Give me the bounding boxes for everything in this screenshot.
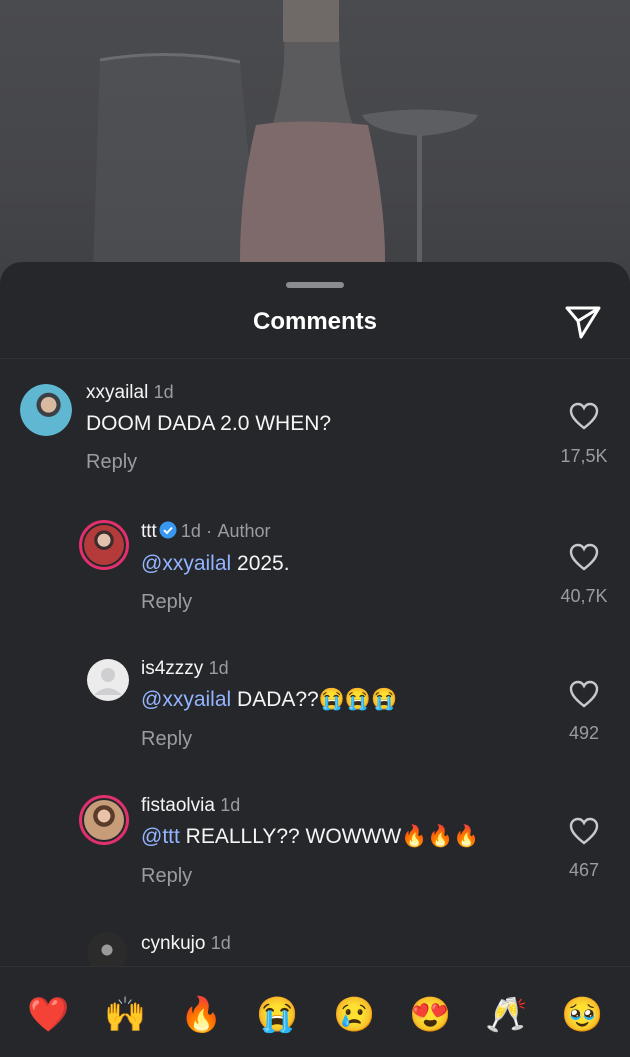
comment-text: 2025. <box>231 552 290 575</box>
mention-link[interactable]: @ttt <box>141 825 180 848</box>
comment-time: 1d <box>180 521 201 541</box>
comment-text: DADA?? <box>231 688 319 711</box>
comments-sheet: Comments xxyailal 1d DOOM DADA 2.0 WHEN?… <box>0 262 630 1056</box>
reply-button[interactable]: Reply <box>141 728 192 751</box>
reply-button[interactable]: Reply <box>141 591 192 614</box>
sheet-title: Comments <box>252 308 378 335</box>
reply-button[interactable]: Reply <box>141 865 192 888</box>
avatar[interactable] <box>87 659 129 701</box>
header-divider <box>0 358 630 359</box>
avatar[interactable] <box>20 384 72 436</box>
comment-username[interactable]: cynkujo <box>141 933 205 954</box>
reaction-pleading[interactable]: 🥹 <box>561 995 603 1035</box>
comment-emojis: 😭😭😭 <box>318 688 398 711</box>
comment-item: fistaolvia 1d @ttt REALLLY?? WOWWW🔥🔥🔥 Re… <box>0 792 630 912</box>
comment-item: xxyailal 1d DOOM DADA 2.0 WHEN? Reply 17… <box>0 378 630 498</box>
heart-outline-icon[interactable] <box>569 543 599 571</box>
heart-outline-icon[interactable] <box>569 402 599 430</box>
comment-username[interactable]: fistaolvia <box>141 795 215 816</box>
mention-link[interactable]: @xxyailal <box>141 552 231 575</box>
comment-time: 1d <box>220 795 241 815</box>
comment-item: ttt 1d · Author @xxyailal 2025. Reply 40,… <box>0 517 630 637</box>
reaction-raising-hands[interactable]: 🙌 <box>104 995 146 1035</box>
comment-username[interactable]: ttt <box>141 521 157 542</box>
paper-plane-icon[interactable] <box>563 304 603 340</box>
comment-username[interactable]: xxyailal <box>86 382 148 403</box>
like-count: 17,5K <box>560 446 608 466</box>
comment-username[interactable]: is4zzzy <box>141 658 203 679</box>
comment-time: 1d <box>208 658 229 678</box>
avatar[interactable] <box>79 520 129 570</box>
comment-time: 1d <box>153 382 174 402</box>
comment-text: REALLLY?? WOWWW <box>179 825 402 848</box>
mention-link[interactable]: @xxyailal <box>141 688 231 711</box>
like-count: 40,7K <box>560 586 608 606</box>
heart-outline-icon[interactable] <box>569 817 599 845</box>
reaction-cheers[interactable]: 🥂 <box>485 995 527 1035</box>
comment-emojis: 🔥🔥🔥 <box>401 825 480 848</box>
drag-handle[interactable] <box>286 282 344 288</box>
reaction-heart-eyes[interactable]: 😍 <box>409 995 451 1035</box>
comment-text: DOOM DADA 2.0 WHEN? <box>86 412 332 435</box>
comment-item: is4zzzy 1d @xxyailal DADA??😭😭😭 Reply 492 <box>0 655 630 775</box>
background-photo <box>0 0 630 300</box>
like-count: 492 <box>568 723 600 743</box>
emoji-reaction-bar: ❤️ 🙌 🔥 😭 😢 😍 🥂 🥹 <box>0 966 630 1057</box>
author-badge: Author <box>217 521 271 541</box>
like-count: 467 <box>568 860 600 880</box>
reaction-heart[interactable]: ❤️ <box>27 995 69 1035</box>
reaction-crying[interactable]: 😭 <box>256 995 298 1035</box>
reaction-sad-tear[interactable]: 😢 <box>333 995 375 1035</box>
meta-separator: · <box>206 521 213 541</box>
comment-time: 1d <box>210 933 231 953</box>
reaction-fire[interactable]: 🔥 <box>180 995 222 1035</box>
heart-outline-icon[interactable] <box>569 680 599 708</box>
reply-button[interactable]: Reply <box>86 451 137 474</box>
avatar[interactable] <box>79 795 129 845</box>
glassware-illustration <box>92 0 478 300</box>
verified-badge-icon <box>159 521 177 539</box>
